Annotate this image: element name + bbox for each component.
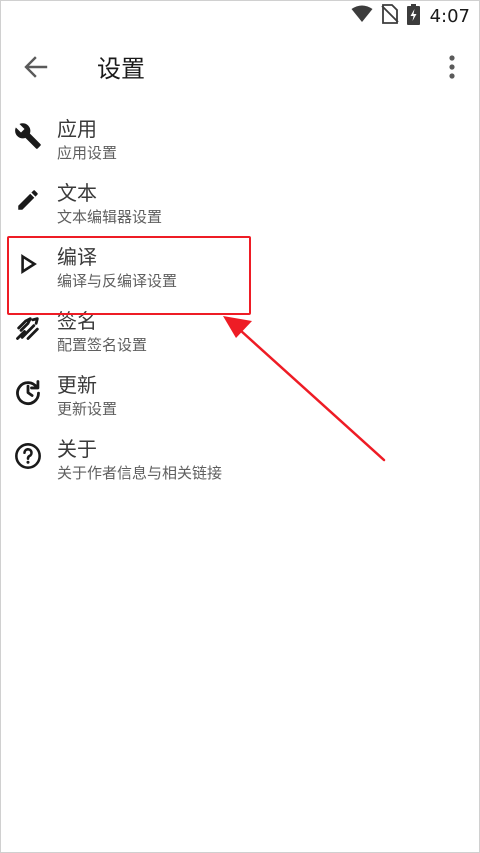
settings-item-title: 应用	[57, 117, 97, 141]
annotation-highlight-box	[7, 236, 251, 315]
settings-item-update[interactable]: 更新 更新设置	[0, 368, 480, 432]
back-button[interactable]	[18, 51, 54, 87]
app-bar: 设置	[0, 33, 480, 105]
page-title: 设置	[97, 55, 145, 83]
wrench-icon	[14, 122, 42, 150]
settings-item-subtitle: 应用设置	[57, 144, 118, 162]
wifi-icon	[351, 5, 373, 27]
settings-item-text[interactable]: 文本 文本编辑器设置	[0, 176, 480, 240]
arrow-back-icon	[23, 54, 49, 84]
settings-item-title: 文本	[57, 181, 97, 205]
status-time: 4:07	[429, 5, 470, 27]
settings-item-subtitle: 配置签名设置	[57, 336, 148, 354]
pencil-icon	[14, 186, 42, 214]
signature-icon	[14, 314, 42, 342]
help-circle-icon	[14, 442, 42, 470]
settings-item-subtitle: 更新设置	[57, 400, 118, 418]
status-icons: 4:07	[351, 3, 470, 29]
settings-item-about[interactable]: 关于 关于作者信息与相关链接	[0, 432, 480, 496]
settings-item-app[interactable]: 应用 应用设置	[0, 112, 480, 176]
overflow-menu-button[interactable]	[438, 51, 466, 87]
settings-item-subtitle: 文本编辑器设置	[57, 208, 163, 226]
status-bar: 4:07	[0, 0, 480, 33]
settings-item-title: 更新	[57, 373, 97, 397]
settings-item-title: 关于	[57, 437, 97, 461]
no-sim-icon	[380, 4, 399, 28]
battery-charging-icon	[406, 3, 420, 29]
update-icon	[14, 378, 42, 406]
more-vert-icon	[448, 54, 456, 84]
settings-item-subtitle: 关于作者信息与相关链接	[57, 464, 223, 482]
